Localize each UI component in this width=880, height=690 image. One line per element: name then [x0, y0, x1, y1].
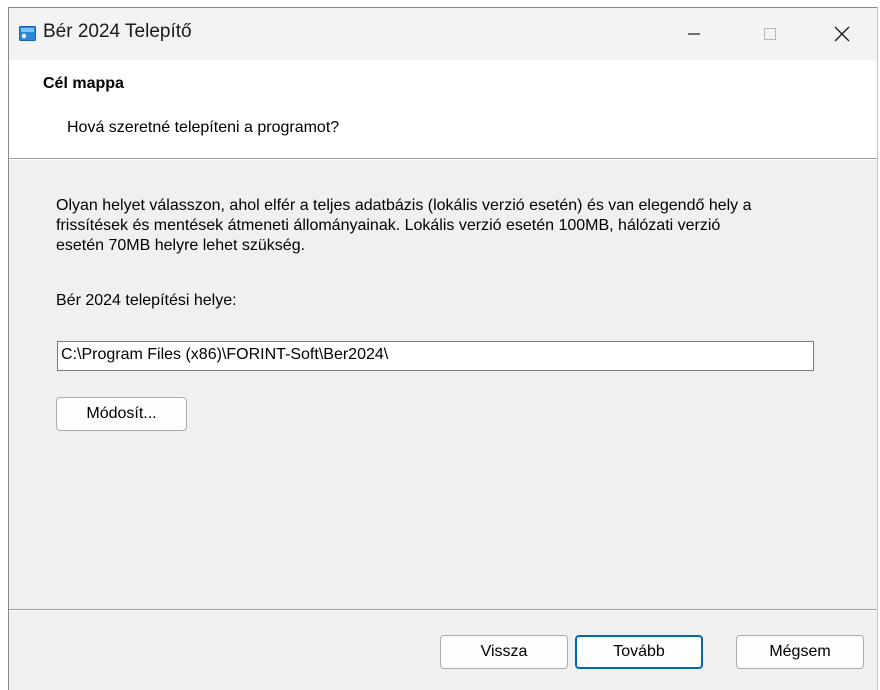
install-path-field[interactable]: C:\Program Files (x86)\FORINT-Soft\Ber20…	[57, 341, 814, 371]
page-subtitle: Hová szeretné telepíteni a programot?	[67, 119, 340, 136]
next-button[interactable]: Tovább	[575, 635, 703, 669]
maximize-button[interactable]	[735, 8, 805, 60]
back-button[interactable]: Vissza	[440, 635, 568, 669]
installer-icon	[19, 25, 36, 42]
close-icon	[834, 26, 850, 42]
close-button[interactable]	[807, 8, 877, 60]
browse-button[interactable]: Módosít...	[56, 397, 187, 431]
cancel-button[interactable]: Mégsem	[736, 635, 864, 669]
installer-window: Bér 2024 Telepítő Cél mappa Hová szeretn…	[8, 7, 878, 690]
page-title: Cél mappa	[43, 75, 124, 92]
title-bar[interactable]: Bér 2024 Telepítő	[9, 8, 877, 60]
minimize-button[interactable]	[659, 8, 729, 60]
wizard-header: Cél mappa Hová szeretné telepíteni a pro…	[9, 60, 877, 160]
footer-divider	[9, 609, 877, 611]
maximize-icon	[764, 28, 776, 40]
window-title: Bér 2024 Telepítő	[43, 21, 192, 42]
minimize-icon	[688, 33, 700, 35]
install-location-label: Bér 2024 telepítési helye:	[56, 292, 237, 309]
header-divider	[9, 158, 877, 160]
description-text: Olyan helyet válasszon, ahol elfér a tel…	[56, 197, 752, 254]
